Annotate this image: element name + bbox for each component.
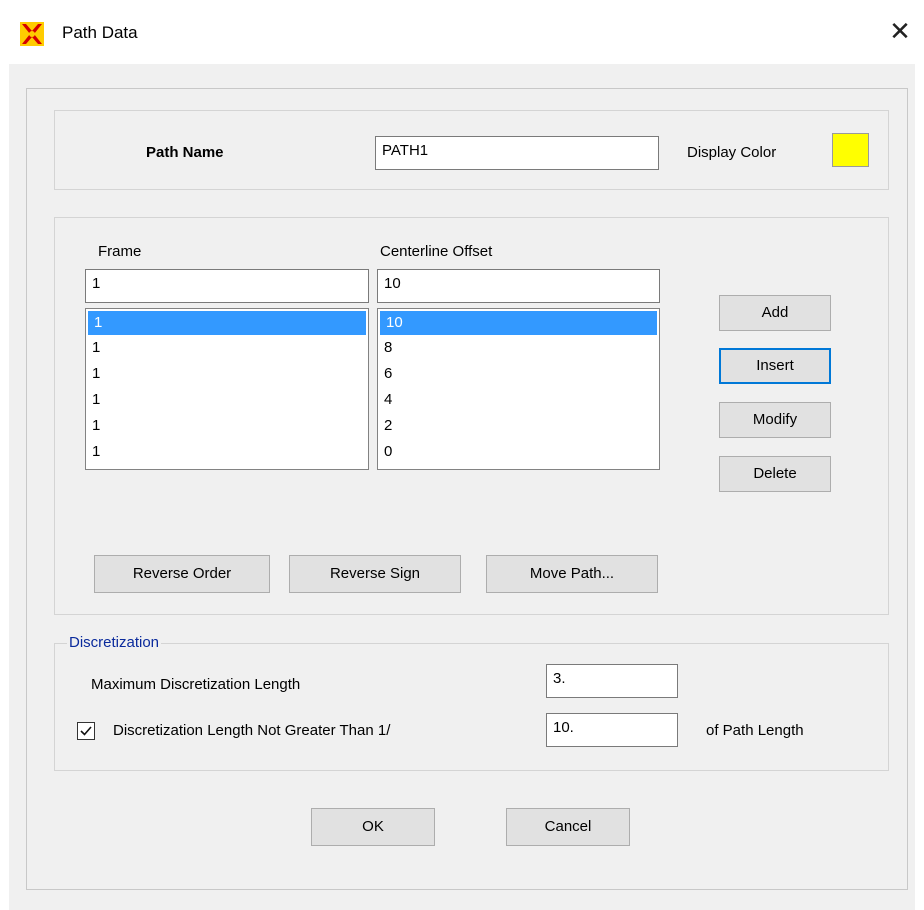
path-name-label: Path Name <box>146 144 224 161</box>
max-length-input[interactable]: 3. <box>546 664 678 698</box>
list-item[interactable]: 10 <box>380 311 657 335</box>
move-path-button[interactable]: Move Path... <box>486 555 658 593</box>
app-icon <box>20 22 44 46</box>
frame-input[interactable]: 1 <box>85 269 369 303</box>
list-item[interactable]: 6 <box>378 361 659 387</box>
reverse-order-button[interactable]: Reverse Order <box>94 555 270 593</box>
display-color-swatch[interactable] <box>832 133 869 167</box>
frame-list[interactable]: 1 1 1 1 1 1 <box>85 308 369 470</box>
window-title: Path Data <box>62 23 138 42</box>
ok-button[interactable]: OK <box>311 808 435 846</box>
reverse-sign-button[interactable]: Reverse Sign <box>289 555 461 593</box>
insert-button[interactable]: Insert <box>719 348 831 384</box>
path-length-suffix: of Path Length <box>706 722 804 739</box>
list-item[interactable]: 1 <box>86 387 368 413</box>
max-length-label: Maximum Discretization Length <box>91 676 301 693</box>
not-greater-checkbox[interactable] <box>77 722 95 740</box>
cancel-button[interactable]: Cancel <box>506 808 630 846</box>
not-greater-input[interactable]: 10. <box>546 713 678 747</box>
list-item[interactable]: 1 <box>86 361 368 387</box>
checkmark-icon <box>80 726 92 736</box>
frame-header: Frame <box>98 243 142 260</box>
offset-input[interactable]: 10 <box>377 269 660 303</box>
list-item[interactable]: 2 <box>378 413 659 439</box>
not-greater-label: Discretization Length Not Greater Than 1… <box>113 722 391 739</box>
title-bar: Path Data ✕ <box>0 0 924 64</box>
list-item[interactable]: 0 <box>378 439 659 465</box>
offset-list[interactable]: 10 8 6 4 2 0 <box>377 308 660 470</box>
offset-header: Centerline Offset <box>380 243 493 260</box>
add-button[interactable]: Add <box>719 295 831 331</box>
list-item[interactable]: 1 <box>86 413 368 439</box>
path-name-input[interactable]: PATH1 <box>375 136 659 170</box>
list-item[interactable]: 1 <box>86 439 368 465</box>
list-item[interactable]: 1 <box>88 311 366 335</box>
delete-button[interactable]: Delete <box>719 456 831 492</box>
list-item[interactable]: 4 <box>378 387 659 413</box>
modify-button[interactable]: Modify <box>719 402 831 438</box>
list-item[interactable]: 8 <box>378 335 659 361</box>
close-icon[interactable]: ✕ <box>885 16 915 46</box>
list-item[interactable]: 1 <box>86 335 368 361</box>
display-color-label: Display Color <box>687 144 777 161</box>
discretization-title: Discretization <box>67 634 162 652</box>
discretization-group <box>54 643 889 771</box>
